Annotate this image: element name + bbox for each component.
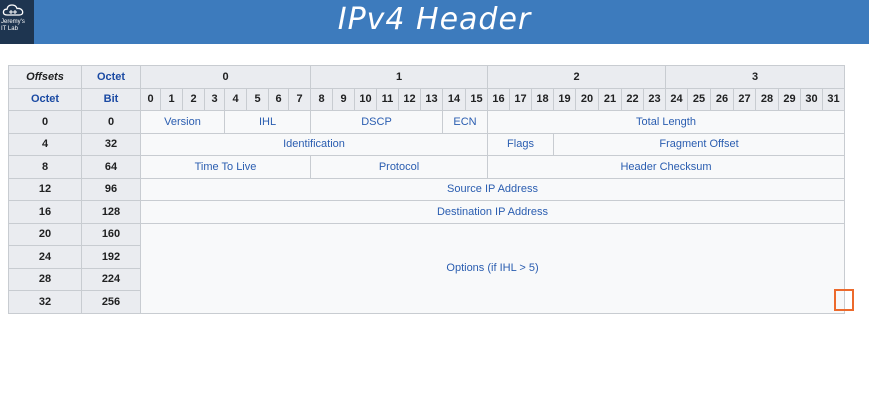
field-ihl: IHL xyxy=(224,110,311,134)
bit-9: 9 xyxy=(332,87,355,111)
bit-13: 13 xyxy=(420,87,443,111)
row-bit-offset: 224 xyxy=(81,267,141,291)
page-title: IPv4 Header xyxy=(337,2,532,37)
bit-0: 0 xyxy=(140,87,161,111)
row-octet-offset: 28 xyxy=(8,267,82,291)
field-version: Version xyxy=(140,110,225,134)
title-banner: Jeremy's IT Lab IPv4 Header xyxy=(0,0,869,44)
field-identification: Identification xyxy=(140,132,488,156)
bit-14: 14 xyxy=(442,87,466,111)
field-ecn: ECN xyxy=(442,110,488,134)
field-dscp: DSCP xyxy=(310,110,443,134)
octet-2-header: 2 xyxy=(487,65,666,89)
row-octet-offset: 16 xyxy=(8,200,82,224)
header-row-16: 16 128 Destination IP Address xyxy=(8,200,845,224)
bit-17: 17 xyxy=(509,87,532,111)
bit-row-header: Bit xyxy=(81,87,141,111)
bit-11: 11 xyxy=(376,87,399,111)
row-octet-offset: 0 xyxy=(8,110,82,134)
header-row-20: 20 160 Options (if IHL > 5) xyxy=(8,222,845,314)
bit-26: 26 xyxy=(710,87,734,111)
bit-30: 30 xyxy=(800,87,823,111)
row-bit-offset: 256 xyxy=(81,290,141,314)
field-source-ip-address: Source IP Address xyxy=(140,177,845,201)
offsets-header: Offsets xyxy=(8,65,82,89)
bit-6: 6 xyxy=(268,87,289,111)
bit-15: 15 xyxy=(465,87,488,111)
octet-header-row: Offsets Octet 0 1 2 3 xyxy=(8,65,845,89)
header-row-0: 0 0 Version IHL DSCP ECN Total Length xyxy=(8,110,845,134)
bit-10: 10 xyxy=(354,87,377,111)
row-bit-offset: 64 xyxy=(81,155,141,179)
header-row-4: 4 32 Identification Flags Fragment Offse… xyxy=(8,132,845,156)
bit-31: 31 xyxy=(822,87,845,111)
row-bit-offset: 128 xyxy=(81,200,141,224)
bit-7: 7 xyxy=(288,87,311,111)
bit-23: 23 xyxy=(643,87,666,111)
row-bit-offset: 96 xyxy=(81,177,141,201)
octet-row-header: Octet xyxy=(8,87,82,111)
row-octet-offset: 32 xyxy=(8,290,82,314)
bit-16: 16 xyxy=(487,87,510,111)
row-bit-offset: 160 xyxy=(81,222,141,246)
field-fragment-offset: Fragment Offset xyxy=(553,132,845,156)
header-row-12: 12 96 Source IP Address xyxy=(8,177,845,201)
octet-0-header: 0 xyxy=(140,65,311,89)
bit-1: 1 xyxy=(160,87,183,111)
field-options: Options (if IHL > 5) xyxy=(140,222,845,314)
row-octet-offset: 8 xyxy=(8,155,82,179)
octet-3-header: 3 xyxy=(665,65,845,89)
row-bit-offset: 0 xyxy=(81,110,141,134)
row-octet-offset: 4 xyxy=(8,132,82,156)
highlight-box xyxy=(834,289,854,311)
ipv4-header-table: Offsets Octet 0 1 2 3 Octet Bit 0 1 2 3 … xyxy=(8,65,845,314)
bit-header-row: Octet Bit 0 1 2 3 4 5 6 7 8 9 10 11 12 1… xyxy=(8,87,845,111)
bit-12: 12 xyxy=(398,87,421,111)
bit-27: 27 xyxy=(733,87,756,111)
octet-1-header: 1 xyxy=(310,65,488,89)
row-octet-offset: 20 xyxy=(8,222,82,246)
bit-19: 19 xyxy=(553,87,576,111)
row-octet-offset: 12 xyxy=(8,177,82,201)
bit-21: 21 xyxy=(598,87,622,111)
row-octet-offset: 24 xyxy=(8,245,82,269)
field-time-to-live: Time To Live xyxy=(140,155,311,179)
bit-24: 24 xyxy=(665,87,688,111)
field-destination-ip-address: Destination IP Address xyxy=(140,200,845,224)
field-header-checksum: Header Checksum xyxy=(487,155,845,179)
bit-4: 4 xyxy=(224,87,247,111)
row-bit-offset: 32 xyxy=(81,132,141,156)
bit-8: 8 xyxy=(310,87,333,111)
octet-header: Octet xyxy=(81,65,141,89)
bit-3: 3 xyxy=(204,87,225,111)
field-flags: Flags xyxy=(487,132,554,156)
bit-2: 2 xyxy=(182,87,205,111)
bit-25: 25 xyxy=(687,87,711,111)
bit-20: 20 xyxy=(575,87,599,111)
field-total-length: Total Length xyxy=(487,110,845,134)
bit-22: 22 xyxy=(621,87,644,111)
bit-28: 28 xyxy=(755,87,779,111)
bit-5: 5 xyxy=(246,87,269,111)
bit-18: 18 xyxy=(531,87,554,111)
row-bit-offset: 192 xyxy=(81,245,141,269)
field-protocol: Protocol xyxy=(310,155,488,179)
header-row-8: 8 64 Time To Live Protocol Header Checks… xyxy=(8,155,845,179)
bit-29: 29 xyxy=(778,87,801,111)
